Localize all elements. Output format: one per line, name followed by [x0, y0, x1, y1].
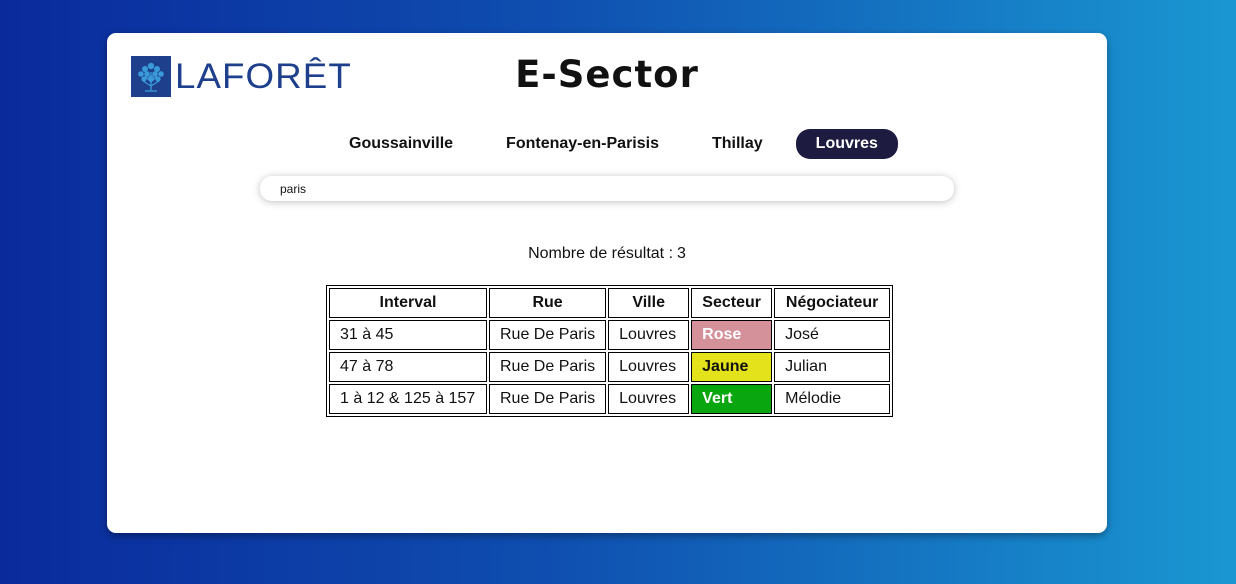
cell-ville: Louvres	[608, 320, 690, 350]
table-row: 31 à 45 Rue De Paris Louvres Rose José	[329, 320, 891, 350]
cell-secteur: Vert	[691, 384, 773, 414]
table-row: 47 à 78 Rue De Paris Louvres Jaune Julia…	[329, 352, 891, 382]
result-count-value: 3	[677, 245, 686, 262]
cell-rue: Rue De Paris	[489, 320, 607, 350]
tab-louvres[interactable]: Louvres	[795, 129, 898, 159]
tab-goussainville[interactable]: Goussainville	[329, 129, 473, 159]
column-header-rue: Rue	[489, 288, 607, 318]
cell-ville: Louvres	[608, 352, 690, 382]
cell-interval: 1 à 12 & 125 à 157	[329, 384, 487, 414]
results-table: Interval Rue Ville Secteur Négociateur 3…	[326, 285, 894, 417]
result-count-label: Nombre de résultat :	[528, 245, 674, 262]
tab-thillay[interactable]: Thillay	[692, 129, 783, 159]
cell-rue: Rue De Paris	[489, 384, 607, 414]
cell-negociateur: José	[774, 320, 891, 350]
result-count: Nombre de résultat :3	[107, 245, 1107, 263]
page-title: E-Sector	[515, 53, 699, 96]
cell-negociateur: Mélodie	[774, 384, 891, 414]
cell-secteur: Jaune	[691, 352, 773, 382]
main-card: LAFORÊT E-Sector Goussainville Fontenay-…	[107, 33, 1107, 533]
cell-interval: 47 à 78	[329, 352, 487, 382]
column-header-negociateur: Négociateur	[774, 288, 891, 318]
cell-negociateur: Julian	[774, 352, 891, 382]
column-header-ville: Ville	[608, 288, 690, 318]
table-row: 1 à 12 & 125 à 157 Rue De Paris Louvres …	[329, 384, 891, 414]
cell-secteur: Rose	[691, 320, 773, 350]
city-tabs: Goussainville Fontenay-en-Parisis Thilla…	[329, 129, 898, 159]
search-input[interactable]	[260, 176, 954, 201]
cell-ville: Louvres	[608, 384, 690, 414]
cell-interval: 31 à 45	[329, 320, 487, 350]
column-header-secteur: Secteur	[691, 288, 773, 318]
table-header-row: Interval Rue Ville Secteur Négociateur	[329, 288, 891, 318]
cell-rue: Rue De Paris	[489, 352, 607, 382]
column-header-interval: Interval	[329, 288, 487, 318]
tab-fontenay-en-parisis[interactable]: Fontenay-en-Parisis	[486, 129, 679, 159]
